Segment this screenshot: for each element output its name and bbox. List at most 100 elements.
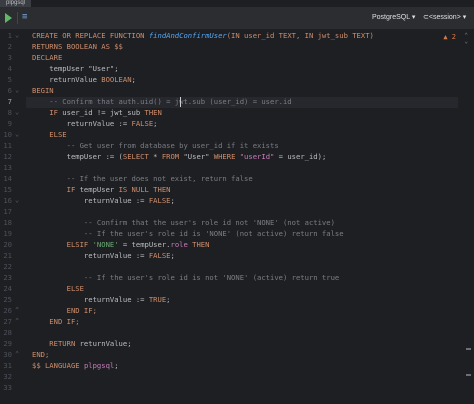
dialect-selector[interactable]: PostgreSQL ▾ <box>372 11 415 25</box>
fold-marker-icon[interactable]: ⌄ <box>15 85 23 96</box>
code-token: user_id != jwt_sub <box>62 108 141 117</box>
line-number: 10 <box>3 130 12 139</box>
code-token: CREATE OR REPLACE FUNCTION <box>32 31 149 40</box>
fold-marker-icon[interactable]: ⌃ <box>15 305 23 316</box>
code-token: THEN <box>140 108 162 117</box>
code-line-23: -- If the user's role id is not 'NONE' (… <box>32 273 340 282</box>
code-line-20: ELSIF 'NONE' = tempUser.role THEN <box>32 239 210 250</box>
code-token: "userId" <box>235 152 275 161</box>
line-number: 13 <box>3 163 12 172</box>
code-token: TRUE <box>148 295 167 304</box>
code-line-3: DECLARE <box>32 53 63 62</box>
line-number: 14 <box>3 174 12 183</box>
code-line-14: -- If the user does not exist, return fa… <box>32 174 253 183</box>
code-token: role <box>170 240 188 249</box>
code-line-27: END IF; <box>32 317 80 326</box>
line-number: 5 <box>7 75 12 84</box>
chevron-down-icon: ▾ <box>411 14 416 21</box>
database-icon[interactable]: ≡ <box>22 11 34 23</box>
line-number: 33 <box>3 383 12 392</box>
code-token: tempUser := ( <box>32 152 123 161</box>
line-number: 30 <box>3 350 12 359</box>
run-icon[interactable] <box>5 13 12 23</box>
line-number: 11 <box>3 141 12 150</box>
code-line-6: BEGIN <box>32 86 54 95</box>
line-number: 3 <box>7 53 12 62</box>
inspection-nav[interactable]: ⌃ ⌄ <box>464 33 468 45</box>
code-line-2: RETURNS BOOLEAN AS $$ <box>32 42 123 51</box>
line-number: 12 <box>3 152 12 161</box>
code-line-31: $$ LANGUAGE plpgsql; <box>32 360 119 371</box>
code-token: FALSE <box>148 251 171 260</box>
toolbar-divider <box>17 12 18 24</box>
code-editor[interactable]: 1 2 3 4 5 6 7 8 9 10 11 12 13 14 15 16 1… <box>0 30 474 404</box>
code-token: tempUser <box>32 64 89 73</box>
code-token: "User" <box>88 64 115 73</box>
code-line-9: returnValue := FALSE; <box>32 118 158 129</box>
code-token: "User" <box>179 152 214 161</box>
code-token: (IN user_id TEXT, IN jwt_sub TEXT) <box>226 31 374 40</box>
fold-marker-icon[interactable]: ⌄ <box>15 107 23 118</box>
fold-marker-icon[interactable]: ⌄ <box>15 129 23 140</box>
line-number: 26 <box>3 306 12 315</box>
line-number: 25 <box>3 295 12 304</box>
line-number: 27 <box>3 317 12 326</box>
code-token: ; <box>170 196 175 205</box>
session-selector[interactable]: ⊂<session> ▾ <box>423 11 466 25</box>
code-token: returnValue := <box>32 295 149 304</box>
code-token: ; <box>166 295 171 304</box>
code-line-1: CREATE OR REPLACE FUNCTION findAndConfir… <box>32 30 374 41</box>
code-line-10: ELSE <box>32 130 67 139</box>
code-token: returnValue := <box>32 119 132 128</box>
fold-marker-icon[interactable]: ⌃ <box>15 316 23 327</box>
line-number: 9 <box>7 119 12 128</box>
code-token: 'NONE' <box>92 240 119 249</box>
code-token: IF <box>32 108 63 117</box>
tab-plpgsql[interactable]: plpgsql <box>0 0 32 7</box>
fold-marker-icon[interactable]: ⌄ <box>15 30 23 41</box>
line-number-current: 7 <box>7 97 12 106</box>
session-label: <session> <box>428 14 461 21</box>
code-line-21: returnValue := FALSE; <box>32 250 175 261</box>
line-number: 24 <box>3 284 12 293</box>
text-caret <box>180 97 181 107</box>
editor-tab-bar: plpgsql <box>0 0 474 7</box>
code-token: ; <box>153 119 158 128</box>
code-token: IF <box>32 185 80 194</box>
code-token: THEN <box>187 240 210 249</box>
line-number: 18 <box>3 218 12 227</box>
code-token: $$ LANGUAGE <box>32 361 84 370</box>
function-name: findAndConfirmUser <box>148 31 227 40</box>
code-token: returnValue; <box>79 339 132 348</box>
code-token: ; <box>114 361 119 370</box>
code-line-7: -- Confirm that auth.uid() = jwt.sub (us… <box>32 97 292 106</box>
code-line-11: -- Get user from database by user_id if … <box>32 141 279 150</box>
warning-count: 2 <box>451 33 456 41</box>
code-line-30: END; <box>32 350 50 359</box>
code-token: BOOLEAN <box>101 75 132 84</box>
fold-marker-icon[interactable]: ⌃ <box>15 349 23 360</box>
code-token: = tempUser. <box>118 240 171 249</box>
line-number-gutter: 1 2 3 4 5 6 7 8 9 10 11 12 13 14 15 16 1… <box>0 30 26 404</box>
code-line-4: tempUser "User"; <box>32 63 118 74</box>
code-token: FROM <box>161 152 180 161</box>
line-number: 17 <box>3 207 12 216</box>
scrollbar-marker <box>466 348 471 350</box>
tab-label: plpgsql <box>6 0 26 6</box>
code-line-12: tempUser := (SELECT * FROM "User" WHERE … <box>32 151 327 162</box>
inspection-warning-badge[interactable]: ▲ 2 <box>443 33 456 41</box>
line-number: 32 <box>3 372 12 381</box>
code-token: tempUser <box>79 185 119 194</box>
dialect-label: PostgreSQL <box>372 14 410 21</box>
line-number: 8 <box>7 108 12 117</box>
code-token: plpgsql <box>83 361 115 370</box>
code-token: * <box>148 152 162 161</box>
code-token: ; <box>131 75 136 84</box>
fold-marker-icon[interactable]: ⌄ <box>15 195 23 206</box>
code-token: FALSE <box>131 119 154 128</box>
line-number: 15 <box>3 185 12 194</box>
editor-toolbar: ≡ PostgreSQL ▾ ⊂<session> ▾ <box>0 7 474 30</box>
code-line-16: returnValue := FALSE; <box>32 195 175 206</box>
line-number: 21 <box>3 251 12 260</box>
code-line-8: IF user_id != jwt_sub THEN <box>32 107 162 118</box>
